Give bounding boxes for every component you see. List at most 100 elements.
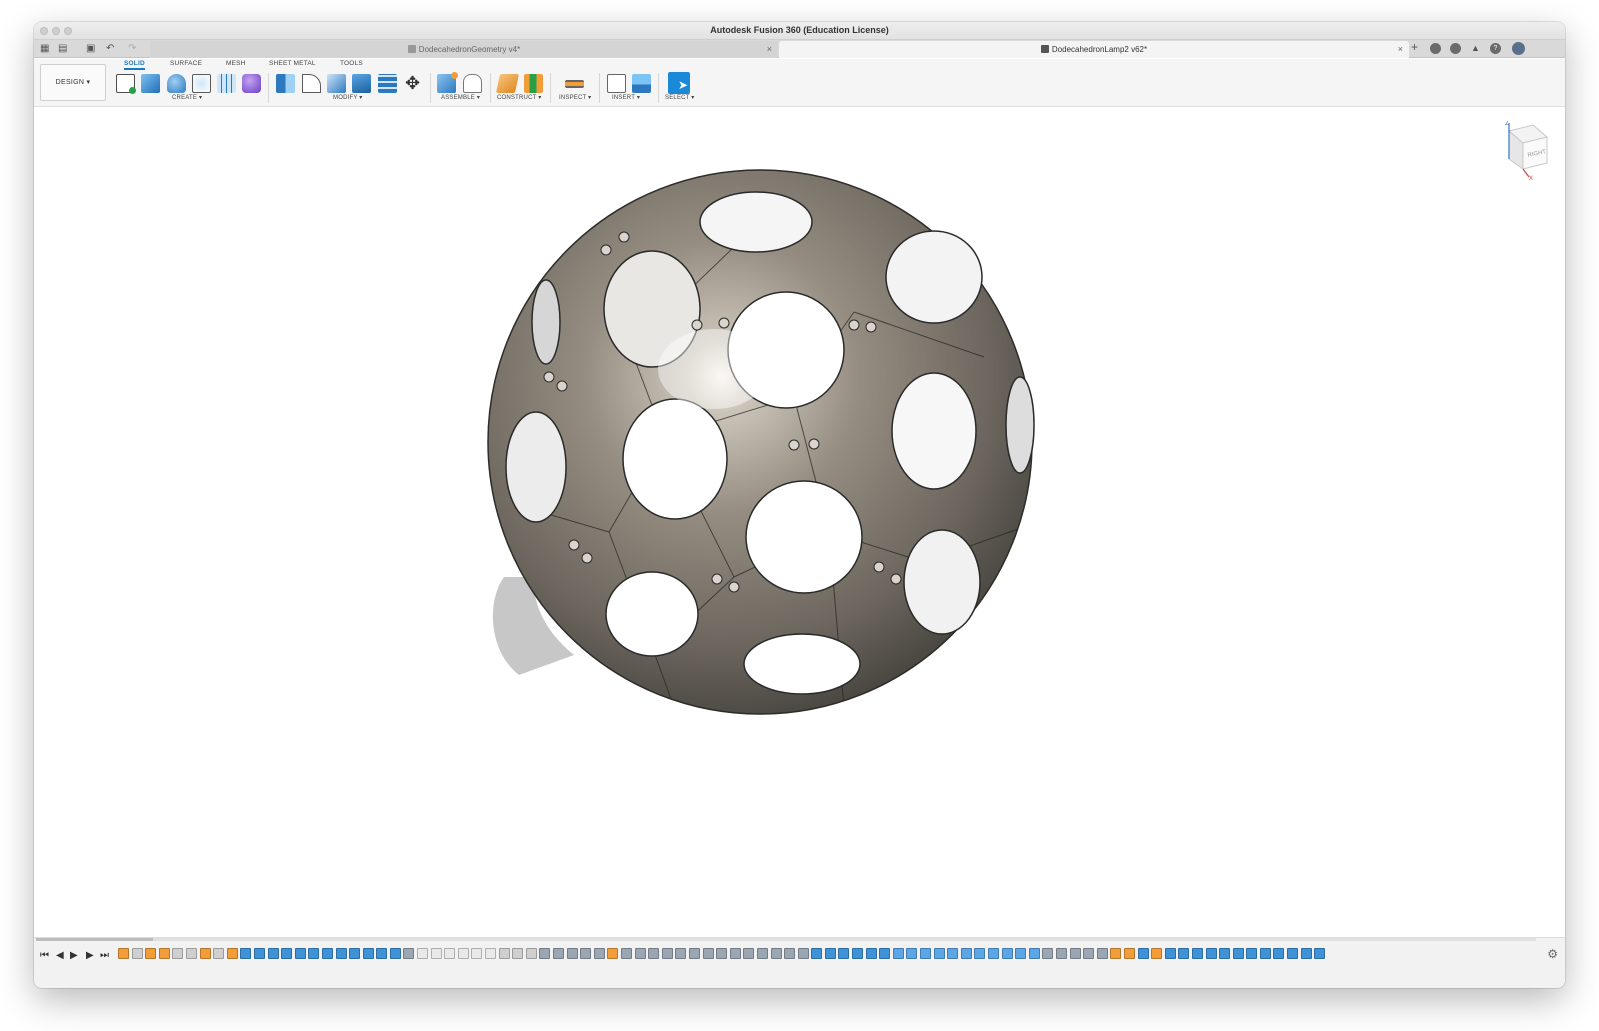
timeline-feature-icon[interactable]	[457, 948, 469, 959]
tab-sheet-metal[interactable]: SHEET METAL	[269, 60, 316, 67]
timeline-feature-icon[interactable]	[199, 948, 211, 959]
extrude-icon[interactable]	[141, 74, 160, 93]
timeline-feature-icon[interactable]	[485, 948, 497, 959]
timeline-feature-icon[interactable]	[267, 948, 279, 959]
timeline-feature-icon[interactable]	[1028, 948, 1040, 959]
modify-menu[interactable]: MODIFY ▾	[333, 94, 363, 101]
timeline-feature-icon[interactable]	[865, 948, 877, 959]
inspect-menu[interactable]: INSPECT ▾	[559, 94, 591, 101]
select-menu[interactable]: SELECT ▾	[665, 94, 695, 101]
dodecahedron-lamp-body[interactable]	[487, 169, 1035, 715]
timeline-feature-icon[interactable]	[240, 948, 252, 959]
timeline-feature-icon[interactable]	[294, 948, 306, 959]
notification-icon[interactable]: ▲	[1470, 43, 1481, 54]
timeline-feature-icon[interactable]	[620, 948, 632, 959]
timeline-feature-icon[interactable]	[1015, 948, 1027, 959]
combine-icon[interactable]	[352, 74, 371, 93]
timeline-feature-icon[interactable]	[947, 948, 959, 959]
timeline-feature-icon[interactable]	[1314, 948, 1326, 959]
timeline-feature-icon[interactable]	[756, 948, 768, 959]
timeline-feature-icon[interactable]	[539, 948, 551, 959]
timeline-feature-icon[interactable]	[879, 948, 891, 959]
view-cube[interactable]: RIGHT Z X	[1497, 121, 1551, 182]
timeline-feature-icon[interactable]	[960, 948, 972, 959]
timeline-feature-icon[interactable]	[321, 948, 333, 959]
create-menu[interactable]: CREATE ▾	[172, 94, 202, 101]
timeline-feature-icon[interactable]	[1232, 948, 1244, 959]
timeline-feature-icon[interactable]	[430, 948, 442, 959]
timeline-feature-icon[interactable]	[213, 948, 225, 959]
select-arrow-icon[interactable]: ➤	[668, 72, 690, 94]
timeline-feature-icon[interactable]	[389, 948, 401, 959]
timeline-feature-icon[interactable]	[158, 948, 170, 959]
timeline-feature-icon[interactable]	[852, 948, 864, 959]
timeline-feature-icon[interactable]	[661, 948, 673, 959]
workspace-switcher[interactable]: DESIGN ▾	[40, 64, 106, 101]
timeline-feature-icon[interactable]	[811, 948, 823, 959]
timeline-feature-icon[interactable]	[838, 948, 850, 959]
timeline-feature-icon[interactable]	[1110, 948, 1122, 959]
timeline-feature-icon[interactable]	[607, 948, 619, 959]
timeline-feature-icon[interactable]	[784, 948, 796, 959]
construct-menu[interactable]: CONSTRUCT ▾	[497, 94, 541, 101]
timeline-feature-icon[interactable]	[1300, 948, 1312, 959]
split-body-icon[interactable]	[378, 74, 397, 93]
timeline-feature-icon[interactable]	[933, 948, 945, 959]
timeline-feature-icon[interactable]	[281, 948, 293, 959]
timeline-feature-icon[interactable]	[525, 948, 537, 959]
revolve-icon[interactable]	[167, 74, 186, 93]
step-forward-button[interactable]: ▶	[86, 950, 94, 961]
timeline-feature-icon[interactable]	[920, 948, 932, 959]
timeline-feature-icon[interactable]	[1178, 948, 1190, 959]
save-icon[interactable]: ▣	[86, 43, 95, 55]
timeline-feature-icon[interactable]	[593, 948, 605, 959]
timeline-feature-icon[interactable]	[634, 948, 646, 959]
timeline-feature-icon[interactable]	[1055, 948, 1067, 959]
measure-icon[interactable]	[565, 80, 584, 88]
timeline-feature-icon[interactable]	[1001, 948, 1013, 959]
undo-icon[interactable]: ↶	[106, 43, 114, 55]
insert-canvas-icon[interactable]	[632, 74, 651, 93]
timeline-feature-icon[interactable]	[308, 948, 320, 959]
timeline-feature-icon[interactable]	[702, 948, 714, 959]
timeline-feature-icon[interactable]	[906, 948, 918, 959]
close-tab-icon[interactable]: ×	[1398, 44, 1403, 54]
timeline-feature-icon[interactable]	[131, 948, 143, 959]
help-icon[interactable]: ?	[1490, 43, 1501, 54]
close-tab-icon[interactable]: ×	[767, 44, 772, 54]
insert-menu[interactable]: INSERT ▾	[612, 94, 640, 101]
timeline-feature-icon[interactable]	[1287, 948, 1299, 959]
insert-derive-icon[interactable]	[607, 74, 626, 93]
tab-dodecahedron-lamp2[interactable]: DodecahedronLamp2 v62* ×	[779, 41, 1409, 58]
timeline-feature-icon[interactable]	[253, 948, 265, 959]
tab-solid[interactable]: SOLID	[124, 60, 145, 70]
offset-plane-icon[interactable]	[495, 74, 520, 93]
timeline-feature-icon[interactable]	[974, 948, 986, 959]
pattern-icon[interactable]	[217, 74, 236, 93]
assemble-menu[interactable]: ASSEMBLE ▾	[441, 94, 480, 101]
timeline-feature-icon[interactable]	[1273, 948, 1285, 959]
form-icon[interactable]	[242, 74, 261, 93]
timeline-feature-icon[interactable]	[770, 948, 782, 959]
timeline-feature-icon[interactable]	[1137, 948, 1149, 959]
timeline-feature-icon[interactable]	[1219, 948, 1231, 959]
tab-tools[interactable]: TOOLS	[340, 60, 363, 67]
go-to-end-button[interactable]: ⏭	[100, 950, 109, 961]
timeline-feature-icon[interactable]	[716, 948, 728, 959]
timeline-feature-icon[interactable]	[824, 948, 836, 959]
play-button[interactable]: ▶	[70, 950, 78, 961]
timeline-feature-icon[interactable]	[362, 948, 374, 959]
timeline-feature-icon[interactable]	[512, 948, 524, 959]
timeline-feature-icon[interactable]	[172, 948, 184, 959]
timeline-scroll-track[interactable]	[36, 938, 1536, 941]
press-pull-icon[interactable]	[276, 74, 295, 93]
extensions-icon[interactable]	[1430, 43, 1441, 54]
move-icon[interactable]: ✥	[403, 74, 422, 93]
timeline-feature-icon[interactable]	[349, 948, 361, 959]
timeline-feature-icon[interactable]	[185, 948, 197, 959]
file-menu-icon[interactable]: ▤	[58, 43, 67, 55]
timeline-feature-icon[interactable]	[1205, 948, 1217, 959]
timeline-feature-icon[interactable]	[226, 948, 238, 959]
timeline-feature-icon[interactable]	[1164, 948, 1176, 959]
timeline-feature-icon[interactable]	[729, 948, 741, 959]
